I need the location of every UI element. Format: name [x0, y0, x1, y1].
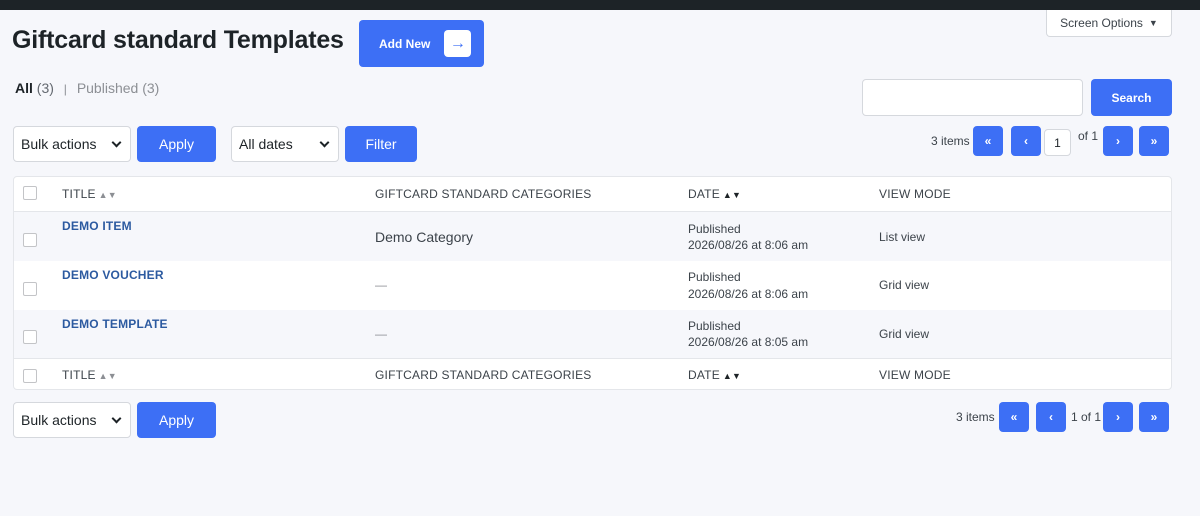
- row-date: 2026/08/26 at 8:06 am: [688, 238, 809, 252]
- column-categories: Giftcard standard categories: [375, 187, 592, 201]
- row-status: Published: [688, 270, 741, 284]
- sort-icon: ▲▼: [98, 371, 117, 381]
- last-page-button-bottom[interactable]: »: [1139, 402, 1169, 432]
- sort-icon: ▲▼: [98, 190, 117, 200]
- page-title: Giftcard standard Templates: [12, 26, 344, 54]
- column-view-mode-footer: View mode: [879, 368, 951, 382]
- admin-bar: [0, 0, 1200, 10]
- select-all-checkbox[interactable]: [23, 186, 37, 200]
- apply-button-bottom[interactable]: Apply: [137, 402, 216, 438]
- prev-page-button[interactable]: ‹: [1011, 126, 1041, 156]
- column-date-footer[interactable]: Date ▲▼: [688, 368, 741, 382]
- table-row: DEMO VOUCHER — Published 2026/08/26 at 8…: [14, 261, 1171, 310]
- last-page-button[interactable]: »: [1139, 126, 1169, 156]
- prev-page-button-bottom[interactable]: ‹: [1036, 402, 1066, 432]
- row-checkbox[interactable]: [23, 233, 37, 247]
- bulk-actions-select-bottom[interactable]: Bulk actions: [13, 402, 131, 438]
- add-new-button[interactable]: Add New →: [359, 20, 484, 67]
- items-count: 3 items: [931, 134, 970, 148]
- table-header: Title ▲▼ Giftcard standard categories Dat…: [14, 177, 1171, 212]
- current-page-input[interactable]: 1: [1044, 129, 1071, 156]
- column-categories-footer: Giftcard standard categories: [375, 368, 592, 382]
- next-page-button-bottom[interactable]: ›: [1103, 402, 1133, 432]
- page-of-bottom: 1 of 1: [1071, 410, 1102, 424]
- first-page-button-bottom[interactable]: «: [999, 402, 1029, 432]
- dates-select[interactable]: All dates: [231, 126, 339, 162]
- sort-icon: ▲▼: [722, 190, 742, 200]
- total-pages: of 1: [1078, 129, 1099, 143]
- search-button[interactable]: Search: [1091, 79, 1172, 116]
- bulk-actions-value: Bulk actions: [21, 412, 97, 428]
- row-date: 2026/08/26 at 8:05 am: [688, 335, 809, 349]
- table-row: DEMO TEMPLATE — Published 2026/08/26 at …: [14, 310, 1171, 358]
- view-separator: |: [63, 82, 67, 96]
- filter-button[interactable]: Filter: [345, 126, 417, 162]
- row-status: Published: [688, 319, 741, 333]
- dates-value: All dates: [239, 136, 293, 152]
- caret-down-icon: ▼: [1148, 18, 1158, 28]
- row-title-link[interactable]: DEMO VOUCHER: [62, 268, 164, 282]
- status-views: All (3) | Published (3): [15, 80, 159, 96]
- first-page-button[interactable]: «: [973, 126, 1003, 156]
- column-title-footer[interactable]: Title ▲▼: [62, 368, 117, 382]
- next-page-button[interactable]: ›: [1103, 126, 1133, 156]
- sort-icon: ▲▼: [722, 371, 742, 381]
- row-checkbox[interactable]: [23, 282, 37, 296]
- table-row: DEMO ITEM Demo Category Published 2026/0…: [14, 212, 1171, 261]
- add-new-label: Add New: [379, 36, 431, 51]
- column-title[interactable]: Title ▲▼: [62, 187, 117, 201]
- items-count-bottom: 3 items: [956, 410, 995, 424]
- column-date[interactable]: Date ▲▼: [688, 187, 741, 201]
- row-view-mode: List view: [879, 230, 926, 244]
- search-input[interactable]: [862, 79, 1083, 116]
- bulk-actions-select[interactable]: Bulk actions: [13, 126, 131, 162]
- bulk-actions-value: Bulk actions: [21, 136, 97, 152]
- select-all-checkbox-footer[interactable]: [23, 369, 37, 383]
- table-footer: Title ▲▼ Giftcard standard categories Dat…: [14, 358, 1171, 391]
- arrow-right-icon: →: [444, 30, 472, 57]
- row-checkbox[interactable]: [23, 330, 37, 344]
- row-view-mode: Grid view: [879, 278, 930, 292]
- apply-button[interactable]: Apply: [137, 126, 216, 162]
- templates-table: Title ▲▼ Giftcard standard categories Dat…: [13, 176, 1172, 390]
- chevron-down-icon: [111, 137, 122, 148]
- view-all-link[interactable]: All (3): [15, 80, 54, 96]
- chevron-down-icon: [319, 137, 330, 148]
- row-title-link[interactable]: DEMO TEMPLATE: [62, 317, 168, 331]
- column-view-mode: View mode: [879, 187, 951, 201]
- view-published-link[interactable]: Published (3): [77, 80, 160, 96]
- row-category: —: [375, 278, 387, 292]
- screen-options-label: Screen Options: [1060, 16, 1143, 30]
- row-title-link[interactable]: DEMO ITEM: [62, 219, 132, 233]
- row-date: 2026/08/26 at 8:06 am: [688, 287, 809, 301]
- chevron-down-icon: [111, 413, 122, 424]
- screen-options-button[interactable]: Screen Options ▼: [1046, 10, 1172, 37]
- row-category: —: [375, 327, 387, 341]
- row-category-link[interactable]: Demo Category: [375, 229, 473, 245]
- row-view-mode: Grid view: [879, 327, 930, 341]
- row-status: Published: [688, 222, 741, 236]
